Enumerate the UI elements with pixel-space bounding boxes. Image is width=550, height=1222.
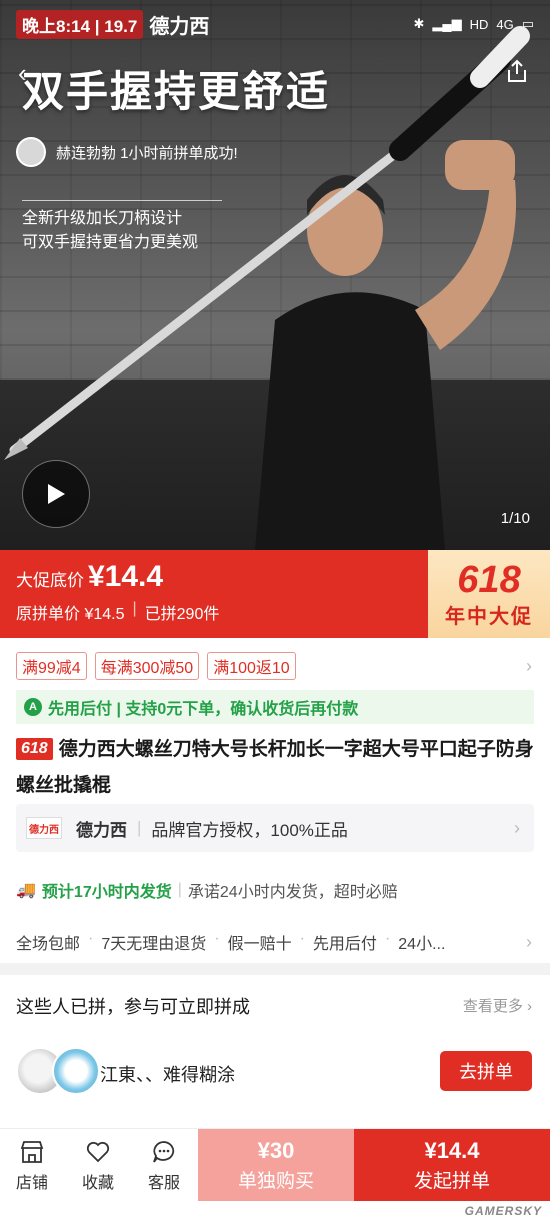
- product-title-text: 德力西大螺丝刀特大号长杆加长一字超大号平口起子防身螺丝批撬棍: [16, 739, 534, 796]
- coupon-list[interactable]: 满99减4 每满300减50 满100返10: [16, 652, 296, 680]
- notification-avatar: [16, 137, 46, 167]
- original-price: 原拼单价 ¥14.5: [16, 606, 125, 623]
- 618-tag: 618: [16, 738, 53, 760]
- store-icon: [20, 1141, 44, 1163]
- chevron-right-icon: ›: [514, 817, 520, 838]
- coupon-tag[interactable]: 满99减4: [16, 652, 87, 680]
- price-banner: 大促底价 ¥14.4 原拼单价 ¥14.5 | 已拼290件 618 年中大促: [0, 550, 550, 638]
- sold-count: 已拼290件: [144, 606, 220, 623]
- tab-favorite-label: 收藏: [81, 1175, 114, 1192]
- system-icons: ✱ ▂▄▆ HD 4G ▭: [413, 16, 534, 32]
- notification-text: 赫连勃勃 1小时前拼单成功!: [56, 144, 238, 162]
- shipping-promise: 承诺24小时内发货，超时必赔: [187, 884, 398, 901]
- bottom-action-bar: 店铺 收藏 客服 ¥30 单独购买 ¥14.4 发起拼单 GAMERSKY: [0, 1128, 550, 1222]
- group-label: 发起拼单: [413, 1170, 490, 1192]
- separator-dot: ·: [88, 930, 94, 947]
- hero-desc-line1: 全新升级加长刀柄设计: [22, 210, 183, 227]
- status-bar: 晚上8:14 | 19.7 德力西 ✱ ▂▄▆ HD 4G ▭: [0, 0, 550, 48]
- service-item: 全场包邮: [16, 936, 81, 953]
- group-buy-section: 这些人已拼，参与可立即拼成 查看更多 › 江東、、难得糊涂 去拼单: [0, 975, 550, 1130]
- play-icon: [48, 484, 65, 504]
- coupon-tag[interactable]: 满100返10: [207, 652, 296, 680]
- group-buy-heading: 这些人已拼，参与可立即拼成: [16, 997, 250, 1017]
- watermark: GAMERSKY: [464, 1204, 542, 1218]
- pay-later-text: 先用后付 | 支持0元下单，确认收货后再付款: [48, 701, 359, 718]
- chevron-right-icon[interactable]: ›: [526, 656, 532, 677]
- share-icon[interactable]: [504, 58, 530, 84]
- avatar: [52, 1047, 100, 1095]
- product-image-carousel[interactable]: 晚上8:14 | 19.7 德力西 ✱ ▂▄▆ HD 4G ▭ ‹ 双手握持更舒…: [0, 0, 550, 550]
- product-title: 618 德力西大螺丝刀特大号长杆加长一字超大号平口起子防身螺丝批撬棍: [16, 732, 536, 804]
- promo-price-label: 大促底价: [16, 571, 84, 590]
- truck-icon: 🚚: [16, 882, 36, 899]
- separator-dot: ·: [299, 930, 305, 947]
- heart-icon: [86, 1141, 110, 1163]
- group-price: ¥14.4: [424, 1137, 480, 1163]
- chat-bubble-icon: [153, 1141, 175, 1163]
- signal-icon: ▂▄▆: [432, 16, 462, 31]
- service-item: 7天无理由退货: [101, 936, 207, 953]
- group-buy-notification: 赫连勃勃 1小时前拼单成功!: [12, 134, 252, 170]
- start-group-buy-button[interactable]: ¥14.4 发起拼单: [354, 1129, 550, 1201]
- network-label: 4G: [496, 16, 514, 32]
- divider: |: [137, 818, 142, 837]
- separator-dot: ·: [384, 930, 391, 947]
- divider: |: [132, 600, 137, 617]
- service-item: 先用后付: [312, 936, 377, 953]
- group-member-names: 江東、、难得糊涂: [100, 1065, 235, 1085]
- store-name: 德力西: [76, 820, 127, 840]
- store-logo: 德力西: [26, 817, 62, 839]
- play-video-button[interactable]: [22, 460, 90, 528]
- service-item: 假一赔十: [227, 936, 292, 953]
- status-brand-overlay: 德力西: [149, 15, 210, 38]
- pay-later-icon: A: [24, 698, 42, 716]
- tab-customer-service[interactable]: 客服: [134, 1139, 194, 1193]
- battery-icon: ▭: [521, 16, 534, 31]
- image-page-indicator: 1/10: [500, 510, 530, 527]
- separator-dot: ·: [214, 930, 220, 947]
- tab-service-label: 客服: [147, 1175, 180, 1192]
- join-group-button[interactable]: 去拼单: [440, 1051, 532, 1091]
- see-more-link[interactable]: 查看更多 ›: [463, 995, 532, 1016]
- service-item: 24小...: [398, 936, 446, 953]
- promo-price: ¥14.4: [88, 560, 164, 593]
- coupon-tag[interactable]: 每满300减50: [94, 652, 200, 680]
- shipping-info[interactable]: 🚚 预计17小时内发货 | 承诺24小时内发货，超时必赔: [16, 878, 398, 902]
- product-info-section: 满99减4 每满300减50 满100返10 › A 先用后付 | 支持0元下单…: [0, 638, 550, 963]
- hero-desc-line2: 可双手握持更省力更美观: [22, 234, 199, 251]
- hero-description: 全新升级加长刀柄设计 可双手握持更省力更美观: [22, 200, 222, 255]
- hero-title: 双手握持更舒适: [22, 68, 331, 115]
- group-avatars: [16, 1047, 100, 1095]
- divider: |: [177, 881, 182, 898]
- buy-alone-button[interactable]: ¥30 单独购买: [198, 1129, 354, 1201]
- solo-price: ¥30: [257, 1137, 295, 1163]
- chevron-right-icon[interactable]: ›: [526, 932, 532, 953]
- pay-later-banner[interactable]: A 先用后付 | 支持0元下单，确认收货后再付款: [16, 690, 534, 724]
- tab-favorite[interactable]: 收藏: [68, 1139, 128, 1193]
- solo-label: 单独购买: [237, 1170, 314, 1192]
- store-auth-text: 品牌官方授权，100%正品: [151, 820, 348, 840]
- divider: [22, 200, 222, 201]
- status-time: 晚上8:14 | 19.7: [16, 9, 144, 39]
- shipping-estimate: 预计17小时内发货: [41, 884, 172, 901]
- tab-store[interactable]: 店铺: [2, 1139, 62, 1193]
- 618-promo-badge: 618 年中大促: [428, 550, 550, 638]
- tab-store-label: 店铺: [15, 1175, 48, 1192]
- service-guarantees[interactable]: 全场包邮 · 7天无理由退货 · 假一赔十 · 先用后付 · 24小...: [16, 930, 445, 954]
- badge-text: 年中大促: [445, 605, 533, 628]
- hd-icon: HD: [469, 16, 489, 32]
- bluetooth-icon: ✱: [413, 16, 425, 31]
- price-info: 大促底价 ¥14.4 原拼单价 ¥14.5 | 已拼290件: [16, 560, 219, 624]
- store-authorization-row[interactable]: 德力西 德力西 | 品牌官方授权，100%正品 ›: [16, 804, 534, 852]
- badge-number: 618: [457, 558, 521, 601]
